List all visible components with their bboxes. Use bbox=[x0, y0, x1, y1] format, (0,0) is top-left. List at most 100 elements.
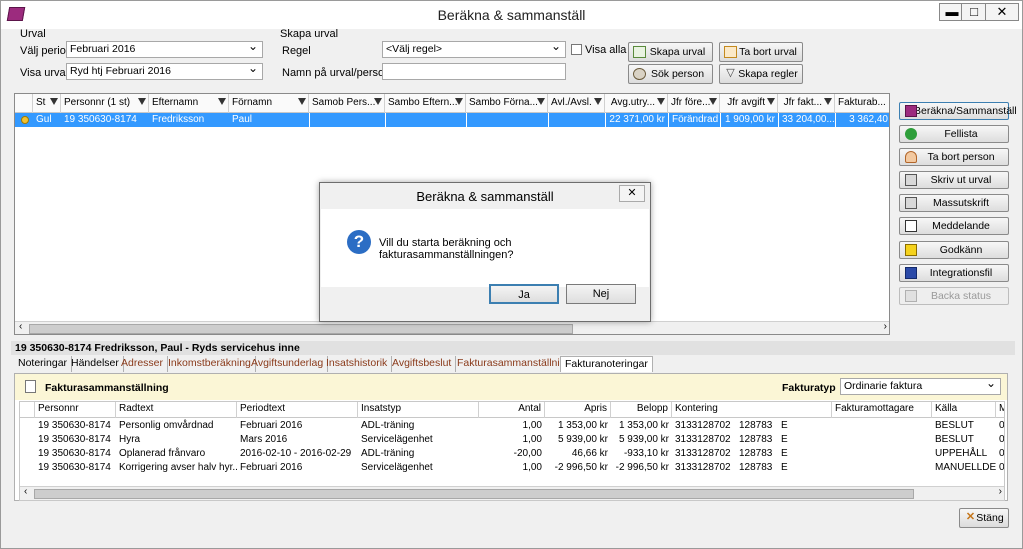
table-row[interactable]: 19 350630-8174 Korrigering avser halv hyr… bbox=[20, 461, 1004, 475]
cell-kontering: 3133128702 bbox=[675, 420, 731, 431]
stang-button[interactable]: ✕ Stäng bbox=[959, 508, 1009, 528]
col-samob[interactable]: Samob Pers... bbox=[309, 94, 385, 113]
cell-personnr: 19 350630-8174 bbox=[38, 420, 111, 431]
regel-select[interactable]: <Välj regel> bbox=[382, 41, 566, 58]
table-row[interactable]: 19 350630-8174 Hyra Mars 2016 Servicelägenh… bbox=[20, 433, 1004, 447]
filter-icon[interactable] bbox=[767, 98, 775, 105]
massutskrift-button[interactable]: Massutskrift bbox=[899, 194, 1009, 212]
inv-col-radtext[interactable]: Radtext bbox=[116, 402, 237, 418]
filter-icon[interactable] bbox=[455, 98, 463, 105]
cell-periodtext: 2016-02-10 - 2016-02-29 bbox=[240, 448, 352, 459]
table-row[interactable]: 19 350630-8174 Personlig omvårdnad Februar… bbox=[20, 419, 1004, 433]
skapa-urval-button[interactable]: Skapa urval bbox=[628, 42, 713, 62]
filter-icon[interactable] bbox=[594, 98, 602, 105]
invoice-grid-hscroll[interactable]: ‹ › bbox=[20, 486, 1004, 500]
cell-fornamn: Paul bbox=[232, 114, 253, 125]
scroll-left-icon[interactable]: ‹ bbox=[24, 486, 27, 497]
tab-adresser[interactable]: Adresser bbox=[117, 356, 169, 372]
scroll-thumb[interactable] bbox=[34, 489, 914, 499]
fakturatyp-select[interactable]: Ordinarie faktura bbox=[840, 378, 1001, 395]
filter-icon[interactable] bbox=[374, 98, 382, 105]
visa-alla-checkbox[interactable] bbox=[571, 44, 582, 55]
col-efternamn[interactable]: Efternamn bbox=[149, 94, 229, 113]
inv-col-belopp[interactable]: Belopp bbox=[611, 402, 672, 418]
scroll-right-icon[interactable]: › bbox=[999, 486, 1002, 497]
scroll-thumb[interactable] bbox=[29, 324, 573, 334]
col-avg[interactable]: Avg.utry... bbox=[605, 94, 668, 113]
col-sambo-eftern-label: Sambo Eftern... bbox=[388, 97, 458, 108]
meddelande-button[interactable]: Meddelande bbox=[899, 217, 1009, 235]
visa-urval-select[interactable]: Ryd htj Februari 2016 bbox=[66, 63, 263, 80]
backa-status-button[interactable]: Backa status bbox=[899, 287, 1009, 305]
inv-col-personnr[interactable]: Personnr bbox=[35, 402, 116, 418]
filter-icon[interactable] bbox=[709, 98, 717, 105]
inv-col-periodtext[interactable]: Periodtext bbox=[237, 402, 358, 418]
filter-icon[interactable] bbox=[824, 98, 832, 105]
godkann-label: Godkänn bbox=[939, 244, 983, 256]
inv-col-mo[interactable]: Mo bbox=[996, 402, 1004, 418]
inv-col-apris[interactable]: Apris bbox=[545, 402, 611, 418]
inv-col-kalla[interactable]: Källa bbox=[932, 402, 996, 418]
skriv-ut-urval-button[interactable]: Skriv ut urval bbox=[899, 171, 1009, 189]
book-icon bbox=[905, 105, 917, 117]
table-row[interactable]: 19 350630-8174 Oplanerad frånvaro 2016-02-… bbox=[20, 447, 1004, 461]
cell-kalla: BESLUT bbox=[935, 420, 974, 431]
integrationsfil-button[interactable]: Integrationsfil bbox=[899, 264, 1009, 282]
tab-noteringar[interactable]: Noteringar bbox=[14, 356, 73, 372]
col-fakturab[interactable]: Fakturab... bbox=[835, 94, 889, 113]
col-sambo-eftern[interactable]: Sambo Eftern... bbox=[385, 94, 466, 113]
inv-col-antal[interactable]: Antal bbox=[479, 402, 545, 418]
sok-person-button[interactable]: Sök person bbox=[628, 64, 713, 84]
tab-insatshistorik[interactable]: Insatshistorik bbox=[322, 356, 393, 372]
fellista-button[interactable]: Fellista bbox=[899, 125, 1009, 143]
dialog-yes-button[interactable]: Ja bbox=[489, 284, 559, 304]
scroll-left-icon[interactable]: ‹ bbox=[19, 321, 22, 332]
ta-bort-person-button[interactable]: Ta bort person bbox=[899, 148, 1009, 166]
period-select[interactable]: Februari 2016 bbox=[66, 41, 263, 58]
col-jfr-fore[interactable]: Jfr före... bbox=[668, 94, 720, 113]
namn-input[interactable] bbox=[382, 63, 566, 80]
col-fornamn[interactable]: Förnamn bbox=[229, 94, 309, 113]
filter-icon[interactable] bbox=[537, 98, 545, 105]
tab-fakturanoteringar[interactable]: Fakturanoteringar bbox=[560, 356, 653, 372]
row-indicator-header bbox=[15, 94, 33, 113]
scroll-right-icon[interactable]: › bbox=[884, 321, 887, 332]
ta-bort-person-label: Ta bort person bbox=[927, 151, 995, 163]
ta-bort-urval-button[interactable]: Ta bort urval bbox=[719, 42, 803, 62]
berakna-sammanstall-button[interactable]: Beräkna/Sammanställ bbox=[899, 102, 1017, 120]
cell-insatstyp: Servicelägenhet bbox=[361, 434, 433, 445]
col-st[interactable]: St bbox=[33, 94, 61, 113]
filter-icon[interactable] bbox=[138, 98, 146, 105]
dialog-close-button[interactable]: ✕ bbox=[619, 185, 645, 202]
inv-col-kontering[interactable]: Kontering bbox=[672, 402, 832, 418]
col-jfr-avg[interactable]: Jfr avgift bbox=[720, 94, 778, 113]
maximize-button[interactable]: □ bbox=[961, 3, 987, 21]
inv-col-insatstyp[interactable]: Insatstyp bbox=[358, 402, 479, 418]
table-row[interactable]: Gul 19 350630-8174 Fredriksson Paul 22 3… bbox=[15, 113, 889, 127]
col-avl[interactable]: Avl./Avsl. bbox=[548, 94, 605, 113]
inv-col-fakturamottagare[interactable]: Fakturamottagare bbox=[832, 402, 932, 418]
tab-avgiftsbeslut[interactable]: Avgiftsbeslut bbox=[388, 356, 457, 372]
col-personnr[interactable]: Personnr (1 st) bbox=[61, 94, 149, 113]
tab-avgiftsunderlag[interactable]: Avgiftsunderlag bbox=[247, 356, 329, 372]
tab-handelser[interactable]: Händelser bbox=[67, 356, 124, 372]
col-sambo-forn[interactable]: Sambo Förna... bbox=[466, 94, 548, 113]
tab-inkomstberakning[interactable]: Inkomstberäkning bbox=[164, 356, 256, 372]
filter-icon[interactable] bbox=[298, 98, 306, 105]
col-jfr-fakt[interactable]: Jfr fakt... bbox=[778, 94, 835, 113]
godkann-button[interactable]: Godkänn bbox=[899, 241, 1009, 259]
col-fornamn-label: Förnamn bbox=[232, 97, 273, 108]
filter-icon[interactable] bbox=[50, 98, 58, 105]
invoice-grid-header: Personnr Radtext Periodtext Insatstyp An… bbox=[20, 402, 1004, 418]
filter-icon[interactable] bbox=[218, 98, 226, 105]
sok-person-label: Sök person bbox=[650, 68, 705, 80]
person-grid-hscroll[interactable]: ‹ › bbox=[15, 321, 889, 334]
filter-icon[interactable] bbox=[657, 98, 665, 105]
skapa-regler-button[interactable]: ▽ Skapa regler bbox=[719, 64, 803, 84]
dialog-no-button[interactable]: Nej bbox=[566, 284, 636, 304]
cell-avl bbox=[548, 113, 605, 127]
tab-fakturasammanstallning[interactable]: Fakturasammanställning bbox=[453, 356, 577, 372]
close-window-button[interactable]: ✕ bbox=[985, 3, 1019, 21]
printer-icon bbox=[905, 197, 917, 209]
cell-kontering-3: E bbox=[781, 434, 788, 445]
